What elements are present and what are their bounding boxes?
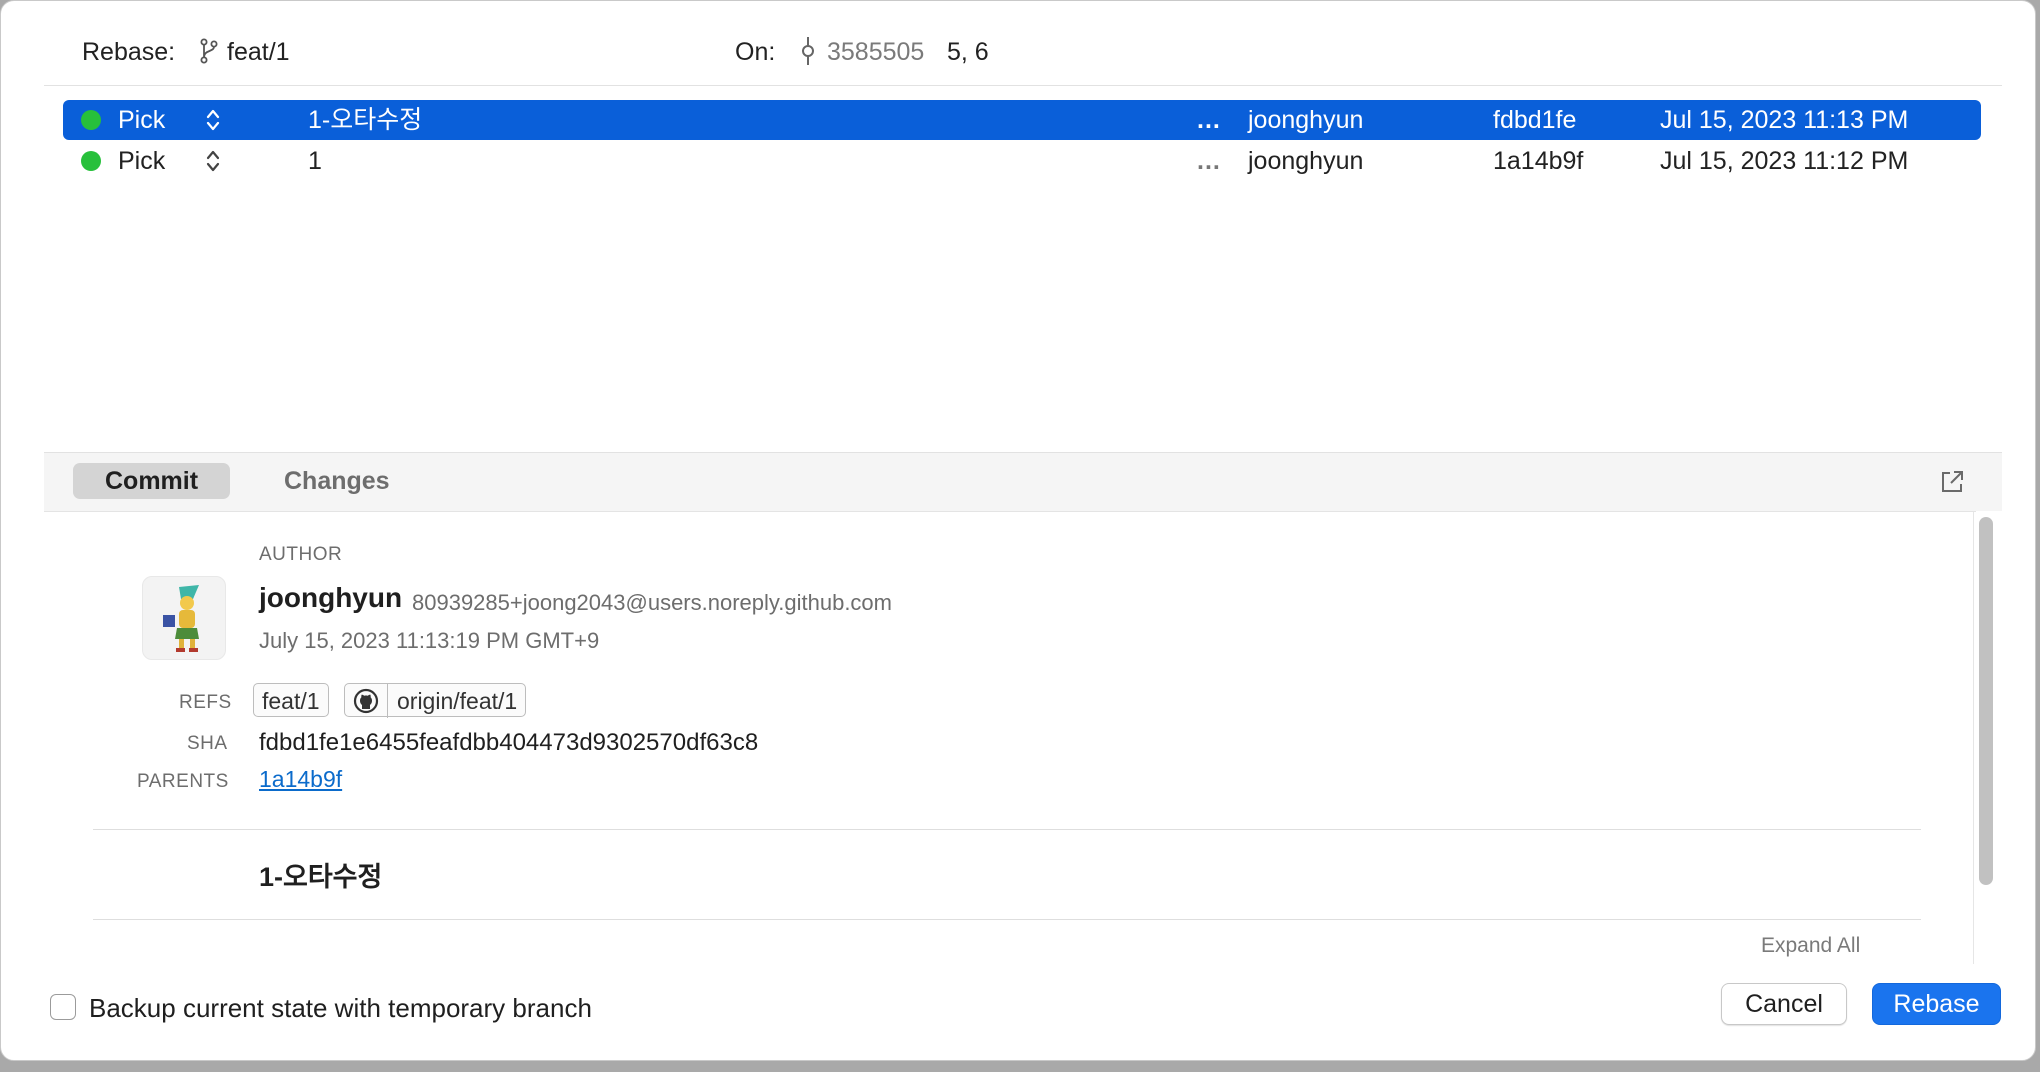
commit-row[interactable]: Pick 1-오타수정 ... joonghyun fdbd1fe Jul 15… — [63, 100, 1981, 140]
on-label: On: — [735, 38, 776, 66]
author-name: joonghyun — [259, 582, 403, 613]
author-label: AUTHOR — [259, 544, 343, 565]
rebase-branch-name: feat/1 — [227, 38, 290, 66]
tab-divider — [44, 511, 1976, 512]
action-label[interactable]: Pick — [118, 141, 165, 181]
commit-sha: 1a14b9f — [1493, 147, 1584, 175]
detail-tabbar: Commit Changes — [44, 453, 2002, 511]
rebase-button[interactable]: Rebase — [1872, 983, 2001, 1025]
avatar — [142, 576, 226, 660]
parent-commit-link[interactable]: 1a14b9f — [259, 766, 342, 793]
more-indicator: ... — [1197, 106, 1221, 134]
commit-message-title: 1-오타수정 — [259, 862, 383, 892]
scrollbar-thumb[interactable] — [1979, 517, 1993, 885]
sha-value: fdbd1fe1e6455feafdbb404473d9302570df63c8 — [259, 729, 759, 756]
rebase-label: Rebase: — [82, 38, 176, 66]
commit-row[interactable]: Pick 1 ... joonghyun 1a14b9f Jul 15, 202… — [63, 141, 1981, 181]
sha-label: SHA — [187, 733, 228, 754]
status-dot — [81, 110, 101, 130]
more-indicator: ... — [1197, 147, 1221, 175]
author-date: July 15, 2023 11:13:19 PM GMT+9 — [259, 628, 600, 653]
open-external-icon[interactable] — [1939, 469, 1965, 500]
rebase-dialog: Rebase: feat/1 On: 3585505 5, 6 Pick 1-오… — [0, 0, 2036, 1061]
parents-label: PARENTS — [137, 771, 229, 792]
commit-date: Jul 15, 2023 11:13 PM — [1660, 106, 1909, 134]
up-down-chevron-icon[interactable] — [205, 148, 221, 174]
backup-checkbox-label[interactable]: Backup current state with temporary bran… — [89, 993, 592, 1024]
branch-icon — [200, 38, 218, 64]
cancel-button[interactable]: Cancel — [1721, 983, 1847, 1025]
refs-label: REFS — [179, 692, 232, 713]
commit-author: joonghyun — [1248, 106, 1364, 134]
commit-icon — [800, 37, 816, 65]
ref-name: origin/feat/1 — [397, 688, 518, 714]
on-commit-sha: 3585505 — [827, 38, 925, 66]
commit-sha: fdbd1fe — [1493, 106, 1577, 134]
commit-message: 1-오타수정 — [308, 106, 423, 134]
message-divider-top — [93, 829, 1921, 830]
up-down-chevron-icon[interactable] — [205, 107, 221, 133]
ref-chip-local[interactable]: feat/1 — [253, 683, 329, 717]
tab-changes[interactable]: Changes — [252, 463, 422, 499]
tab-commit[interactable]: Commit — [73, 463, 231, 499]
expand-all-button[interactable]: Expand All — [1761, 934, 1860, 958]
chip-divider — [387, 684, 388, 718]
action-label[interactable]: Pick — [118, 100, 165, 140]
backup-checkbox[interactable] — [50, 994, 76, 1020]
commit-author: joonghyun — [1248, 147, 1364, 175]
status-dot — [81, 151, 101, 171]
commit-message: 1 — [308, 147, 322, 175]
message-divider-bottom — [93, 919, 1921, 920]
ref-chip-remote[interactable]: origin/feat/1 — [344, 683, 527, 718]
commit-date: Jul 15, 2023 11:12 PM — [1660, 147, 1909, 175]
author-email: 80939285+joong2043@users.noreply.github.… — [412, 590, 892, 615]
ref-name: feat/1 — [262, 688, 320, 714]
scrollbar-track — [1973, 512, 1974, 964]
on-commit-refs: 5, 6 — [947, 38, 989, 66]
github-icon — [353, 688, 379, 714]
header-divider — [44, 85, 2002, 86]
